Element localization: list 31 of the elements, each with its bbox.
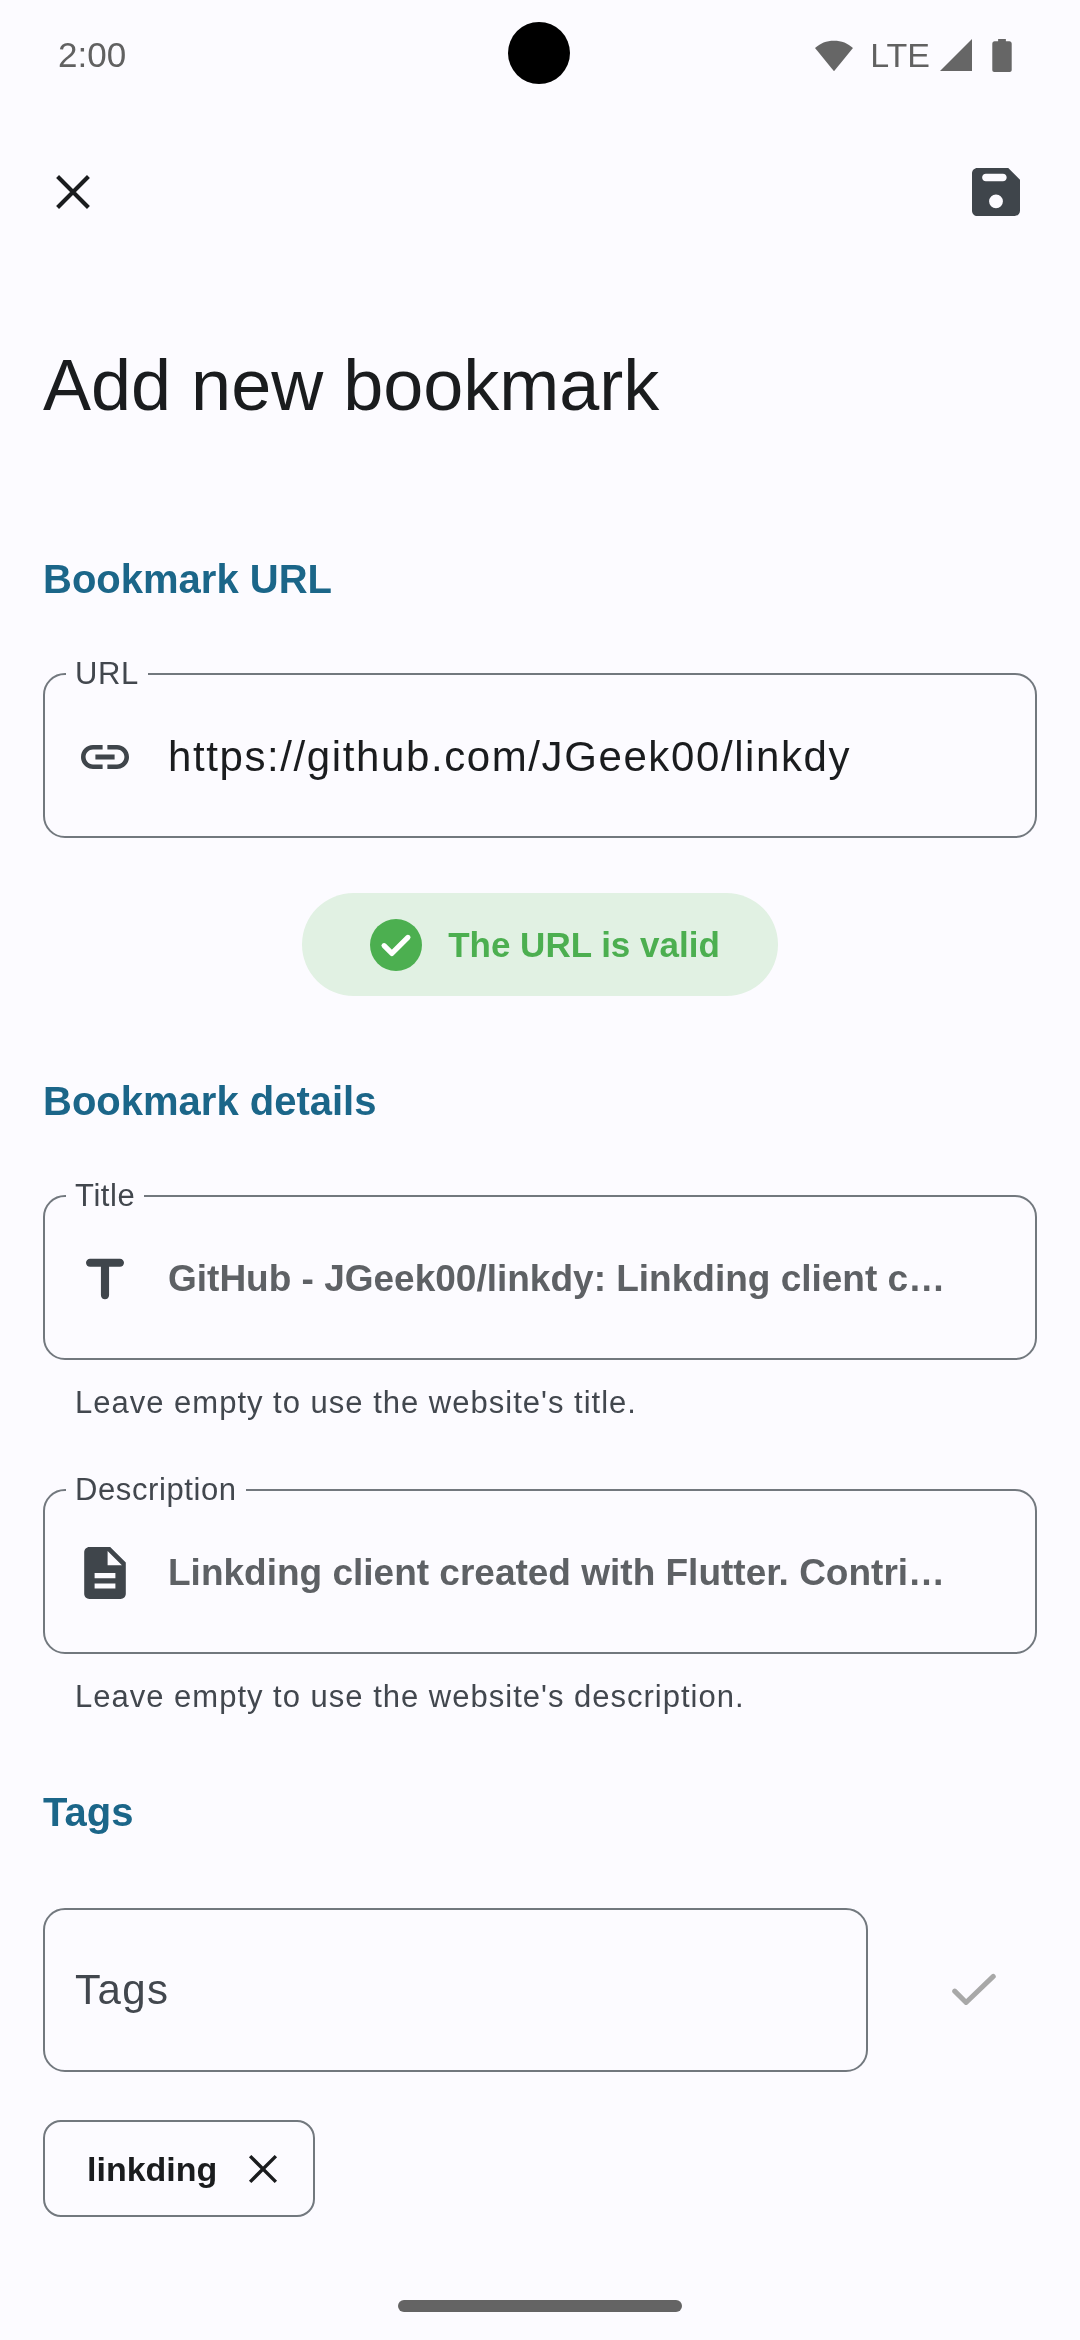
tags-field[interactable]: Tags: [43, 1908, 868, 2072]
section-heading: Bookmark URL: [43, 556, 333, 603]
check-circle-icon: [370, 918, 423, 971]
network-type: LTE: [870, 35, 930, 75]
helper-text: Leave empty to use the website's title.: [75, 1385, 638, 1421]
tag-label: linkding: [87, 2148, 218, 2190]
page-title: Add new bookmark: [43, 344, 661, 427]
url-status-text: The URL is valid: [448, 923, 720, 966]
close-icon: [55, 174, 91, 210]
remove-tag-button[interactable]: [247, 2152, 280, 2185]
status-time: 2:00: [58, 34, 127, 76]
tags-input[interactable]: Tags: [75, 1965, 842, 2015]
close-icon: [248, 2153, 279, 2184]
section-heading: Tags: [43, 1789, 135, 1836]
battery-icon: [992, 38, 1012, 72]
link-icon: [81, 744, 129, 770]
check-icon: [951, 1973, 997, 2007]
description-input[interactable]: Linkding client created with Flutter. Contri…: [168, 1549, 1011, 1597]
field-label: URL: [74, 655, 140, 693]
cell-signal-icon: [940, 39, 972, 71]
document-icon: [84, 1547, 126, 1599]
tag-chip[interactable]: linkding: [43, 2120, 316, 2217]
title-input[interactable]: GitHub - JGeek00/linkdy: Linkding client c…: [168, 1255, 1011, 1303]
letter-t-icon: [86, 1258, 124, 1300]
save-icon: [972, 168, 1020, 216]
section-heading: Bookmark details: [43, 1078, 378, 1125]
field-label: Title: [74, 1177, 137, 1215]
helper-text: Leave empty to use the website's description.: [75, 1679, 746, 1715]
field-label: Description: [74, 1471, 238, 1509]
wifi-icon: [814, 38, 855, 72]
url-input[interactable]: https://github.com/JGeek00/linkdy: [168, 732, 1005, 782]
